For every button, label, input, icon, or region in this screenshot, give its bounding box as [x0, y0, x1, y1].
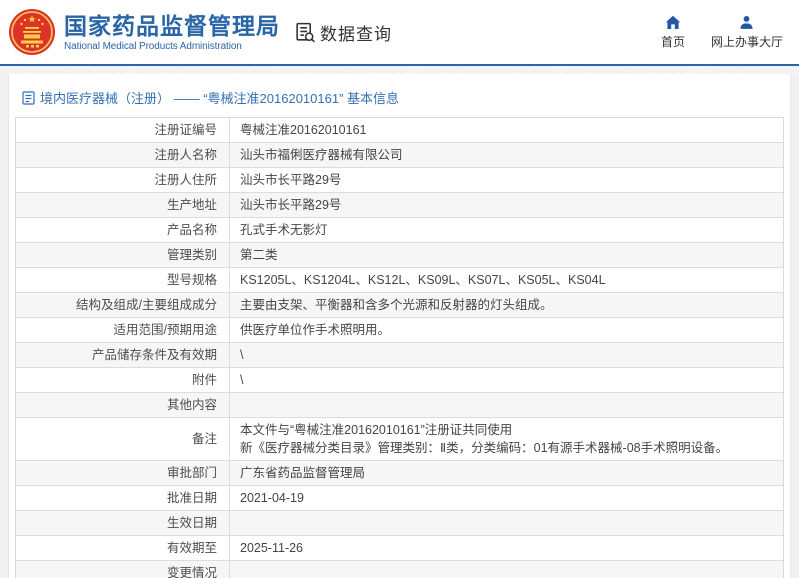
- document-icon: [22, 91, 35, 105]
- table-row: 生效日期: [16, 511, 783, 536]
- table-row: 审批部门广东省药品监督管理局: [16, 461, 783, 486]
- table-row: 产品储存条件及有效期\: [16, 343, 783, 368]
- table-row: 适用范围/预期用途供医疗单位作手术照明用。: [16, 318, 783, 343]
- table-row: 结构及组成/主要组成成分主要由支架、平衡器和含多个光源和反射器的灯头组成。: [16, 293, 783, 318]
- row-label: 产品储存条件及有效期: [16, 343, 230, 367]
- national-emblem-icon: [8, 8, 56, 56]
- org-title-block: 国家药品监督管理局 National Medical Products Admi…: [64, 13, 280, 52]
- table-row: 变更情况: [16, 561, 783, 578]
- row-label: 生产地址: [16, 193, 230, 217]
- content-panel: 境内医疗器械（注册） —— “粤械注准20162010161” 基本信息 注册证…: [8, 74, 791, 578]
- pattern-strip: [0, 66, 799, 74]
- row-label: 注册人住所: [16, 168, 230, 192]
- row-value: [230, 561, 783, 578]
- row-value: 2021-04-19: [230, 486, 783, 510]
- breadcrumb-text: 境内医疗器械（注册） —— “粤械注准20162010161” 基本信息: [40, 88, 399, 107]
- table-row: 附件\: [16, 368, 783, 393]
- row-label: 适用范围/预期用途: [16, 318, 230, 342]
- table-row: 生产地址汕头市长平路29号: [16, 193, 783, 218]
- info-table: 注册证编号粤械注准20162010161注册人名称汕头市福俐医疗器械有限公司注册…: [15, 117, 784, 578]
- row-value: 汕头市长平路29号: [230, 193, 783, 217]
- breadcrumb: 境内医疗器械（注册） —— “粤械注准20162010161” 基本信息: [14, 80, 785, 117]
- row-label: 备注: [16, 418, 230, 460]
- row-value: 孔式手术无影灯: [230, 218, 783, 242]
- row-value: \: [230, 368, 783, 392]
- site-header: 国家药品监督管理局 National Medical Products Admi…: [0, 0, 799, 66]
- row-label: 审批部门: [16, 461, 230, 485]
- row-label: 产品名称: [16, 218, 230, 242]
- row-label: 注册证编号: [16, 118, 230, 142]
- row-value: 汕头市长平路29号: [230, 168, 783, 192]
- table-row: 管理类别第二类: [16, 243, 783, 268]
- row-label: 注册人名称: [16, 143, 230, 167]
- table-row: 其他内容: [16, 393, 783, 418]
- home-icon: [665, 15, 681, 33]
- nav-service-hall[interactable]: 网上办事大厅: [711, 15, 783, 50]
- table-row: 注册人住所汕头市长平路29号: [16, 168, 783, 193]
- row-value: 汕头市福俐医疗器械有限公司: [230, 143, 783, 167]
- data-query-label: 数据查询: [320, 20, 392, 45]
- org-name-cn: 国家药品监督管理局: [64, 13, 280, 39]
- nav-data-query[interactable]: 数据查询: [294, 20, 392, 45]
- table-row: 注册证编号粤械注准20162010161: [16, 118, 783, 143]
- row-value: [230, 393, 783, 417]
- page: 国家药品监督管理局 National Medical Products Admi…: [0, 0, 799, 578]
- row-value: 粤械注准20162010161: [230, 118, 783, 142]
- table-row: 备注本文件与“粤械注准20162010161”注册证共同使用新《医疗器械分类目录…: [16, 418, 783, 461]
- row-value: \: [230, 343, 783, 367]
- row-value: 2025-11-26: [230, 536, 783, 560]
- row-label: 附件: [16, 368, 230, 392]
- row-value: 供医疗单位作手术照明用。: [230, 318, 783, 342]
- data-query-icon: [294, 21, 317, 44]
- row-label: 生效日期: [16, 511, 230, 535]
- table-row: 有效期至2025-11-26: [16, 536, 783, 561]
- org-name-en: National Medical Products Administration: [64, 41, 280, 52]
- row-value: 第二类: [230, 243, 783, 267]
- nav-home[interactable]: 首页: [661, 15, 685, 50]
- row-label: 管理类别: [16, 243, 230, 267]
- table-row: 型号规格KS1205L、KS1204L、KS12L、KS09L、KS07L、KS…: [16, 268, 783, 293]
- row-value: KS1205L、KS1204L、KS12L、KS09L、KS07L、KS05L、…: [230, 268, 783, 292]
- row-label: 型号规格: [16, 268, 230, 292]
- row-value: [230, 511, 783, 535]
- nmpa-logo-block[interactable]: 国家药品监督管理局 National Medical Products Admi…: [8, 8, 280, 56]
- row-label: 结构及组成/主要组成成分: [16, 293, 230, 317]
- row-label: 变更情况: [16, 561, 230, 578]
- table-row: 产品名称孔式手术无影灯: [16, 218, 783, 243]
- user-icon: [739, 15, 754, 33]
- row-label: 其他内容: [16, 393, 230, 417]
- row-value: 本文件与“粤械注准20162010161”注册证共同使用新《医疗器械分类目录》管…: [230, 418, 783, 460]
- table-row: 批准日期2021-04-19: [16, 486, 783, 511]
- row-value: 广东省药品监督管理局: [230, 461, 783, 485]
- nav-service-hall-label: 网上办事大厅: [711, 33, 783, 50]
- header-nav: 首页 网上办事大厅: [661, 15, 783, 50]
- table-row: 注册人名称汕头市福俐医疗器械有限公司: [16, 143, 783, 168]
- row-value: 主要由支架、平衡器和含多个光源和反射器的灯头组成。: [230, 293, 783, 317]
- row-label: 批准日期: [16, 486, 230, 510]
- row-label: 有效期至: [16, 536, 230, 560]
- nav-home-label: 首页: [661, 33, 685, 50]
